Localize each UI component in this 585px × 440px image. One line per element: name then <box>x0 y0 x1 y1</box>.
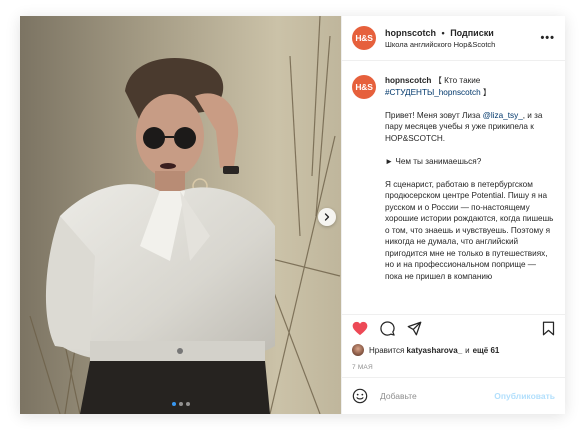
likes-prefix: Нравится <box>369 345 405 355</box>
publish-button[interactable]: Опубликовать <box>494 391 555 401</box>
bookmark-icon[interactable] <box>542 321 555 336</box>
header-text: hopnscotch • Подписки Школа английского … <box>385 27 540 50</box>
caption-text: hopnscotch 【 Кто такие #СТУДЕНТЫ_hopnsco… <box>385 75 555 314</box>
instagram-post: H&S hopnscotch • Подписки Школа английск… <box>20 16 565 414</box>
emoji-icon[interactable] <box>352 388 368 404</box>
caption-avatar[interactable]: H&S <box>352 75 376 99</box>
caption-title-end: 】 <box>482 87 492 97</box>
separator-dot: • <box>441 27 445 38</box>
caption-area: H&S hopnscotch 【 Кто такие #СТУДЕНТЫ_hop… <box>342 61 565 314</box>
carousel-indicator <box>20 402 341 406</box>
photo-scene <box>20 16 341 414</box>
comment-bar: Опубликовать <box>342 377 565 414</box>
more-options-button[interactable]: ••• <box>540 32 555 44</box>
mention-link[interactable]: @liza_tsy_ <box>483 111 523 120</box>
likes-and: и <box>465 345 470 355</box>
header-title-line: hopnscotch • Подписки <box>385 27 540 39</box>
following-button[interactable]: Подписки <box>450 28 494 38</box>
next-photo-button[interactable] <box>318 208 336 226</box>
post-header: H&S hopnscotch • Подписки Школа английск… <box>342 16 565 61</box>
action-bar <box>342 314 565 341</box>
carousel-dot <box>185 402 190 406</box>
likes-line: Нравится katyasharova_ и ещё 61 <box>342 341 565 359</box>
account-subtitle[interactable]: Школа английского Hop&Scotch <box>385 39 540 50</box>
chevron-right-icon <box>324 213 330 221</box>
caption-username[interactable]: hopnscotch <box>385 76 431 85</box>
comment-input[interactable] <box>378 390 495 402</box>
caption-title: hopnscotch 【 Кто такие #СТУДЕНТЫ_hopnsco… <box>385 75 555 98</box>
carousel-dot-active <box>171 402 176 406</box>
more-horizontal-icon: ••• <box>540 32 555 44</box>
heart-icon[interactable] <box>352 321 368 336</box>
account-username[interactable]: hopnscotch <box>385 28 436 38</box>
carousel-dot <box>178 402 183 406</box>
account-avatar[interactable]: H&S <box>352 26 376 50</box>
post-date[interactable]: 7 МАЯ <box>342 359 565 375</box>
post-photo[interactable] <box>20 16 341 414</box>
post-panel: H&S hopnscotch • Подписки Школа английск… <box>341 16 565 414</box>
likes-more-link[interactable]: ещё 61 <box>473 346 500 355</box>
send-icon[interactable] <box>407 321 422 336</box>
comment-icon[interactable] <box>380 320 395 336</box>
caption-title-text: 【 Кто такие <box>433 76 481 85</box>
liker-avatar[interactable] <box>352 344 364 356</box>
caption-paragraph-1: Привет! Меня зовут Лиза @liza_tsy_, и за… <box>385 110 555 145</box>
hashtag-link[interactable]: #СТУДЕНТЫ_hopnscotch <box>385 88 481 97</box>
caption-p1-before: Привет! Меня зовут Лиза <box>385 110 483 120</box>
caption-paragraph-3: Я сценарист, работаю в петербургском про… <box>385 179 554 281</box>
caption-paragraph-2: ► Чем ты занимаешься? <box>385 156 482 166</box>
liker-username[interactable]: katyasharova_ <box>407 346 463 355</box>
